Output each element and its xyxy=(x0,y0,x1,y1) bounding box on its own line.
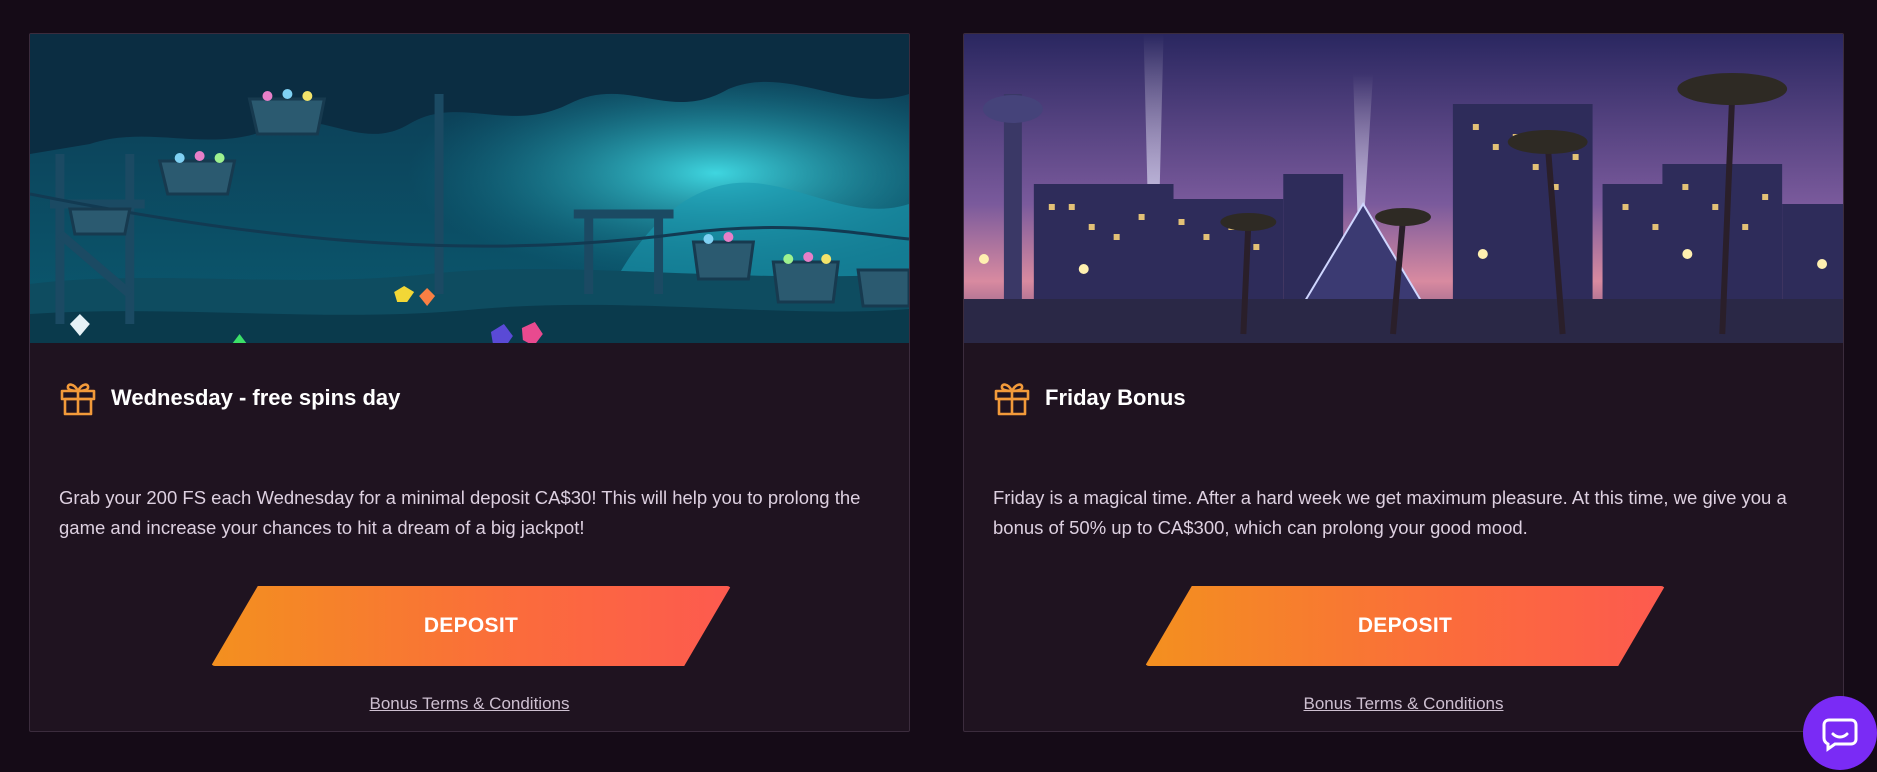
bonus-card-wednesday: Wednesday - free spins day Grab your 200… xyxy=(29,33,910,732)
vegas-banner-image xyxy=(964,34,1843,343)
card-description: Grab your 200 FS each Wednesday for a mi… xyxy=(59,487,861,538)
bonus-terms-link[interactable]: Bonus Terms & Conditions xyxy=(964,694,1843,714)
deposit-button[interactable]: DEPOSIT xyxy=(1145,586,1665,666)
deposit-button-label: DEPOSIT xyxy=(423,614,519,637)
card-title: Wednesday - free spins day xyxy=(111,385,401,410)
bonus-terms-link[interactable]: Bonus Terms & Conditions xyxy=(30,694,909,714)
deposit-button[interactable]: DEPOSIT xyxy=(211,586,731,666)
cave-banner-image xyxy=(30,34,909,343)
bonus-card-friday: Friday Bonus Friday is a magical time. A… xyxy=(963,33,1844,732)
card-header: Wednesday - free spins day xyxy=(59,378,400,418)
gift-icon xyxy=(60,383,96,416)
chat-bubble-icon xyxy=(1822,718,1858,752)
card-header: Friday Bonus xyxy=(993,378,1186,418)
gift-icon xyxy=(994,383,1030,416)
card-description: Friday is a magical time. After a hard w… xyxy=(993,487,1787,538)
deposit-button-label: DEPOSIT xyxy=(1357,614,1453,637)
card-title: Friday Bonus xyxy=(1045,385,1186,410)
chat-button[interactable] xyxy=(1803,696,1877,770)
